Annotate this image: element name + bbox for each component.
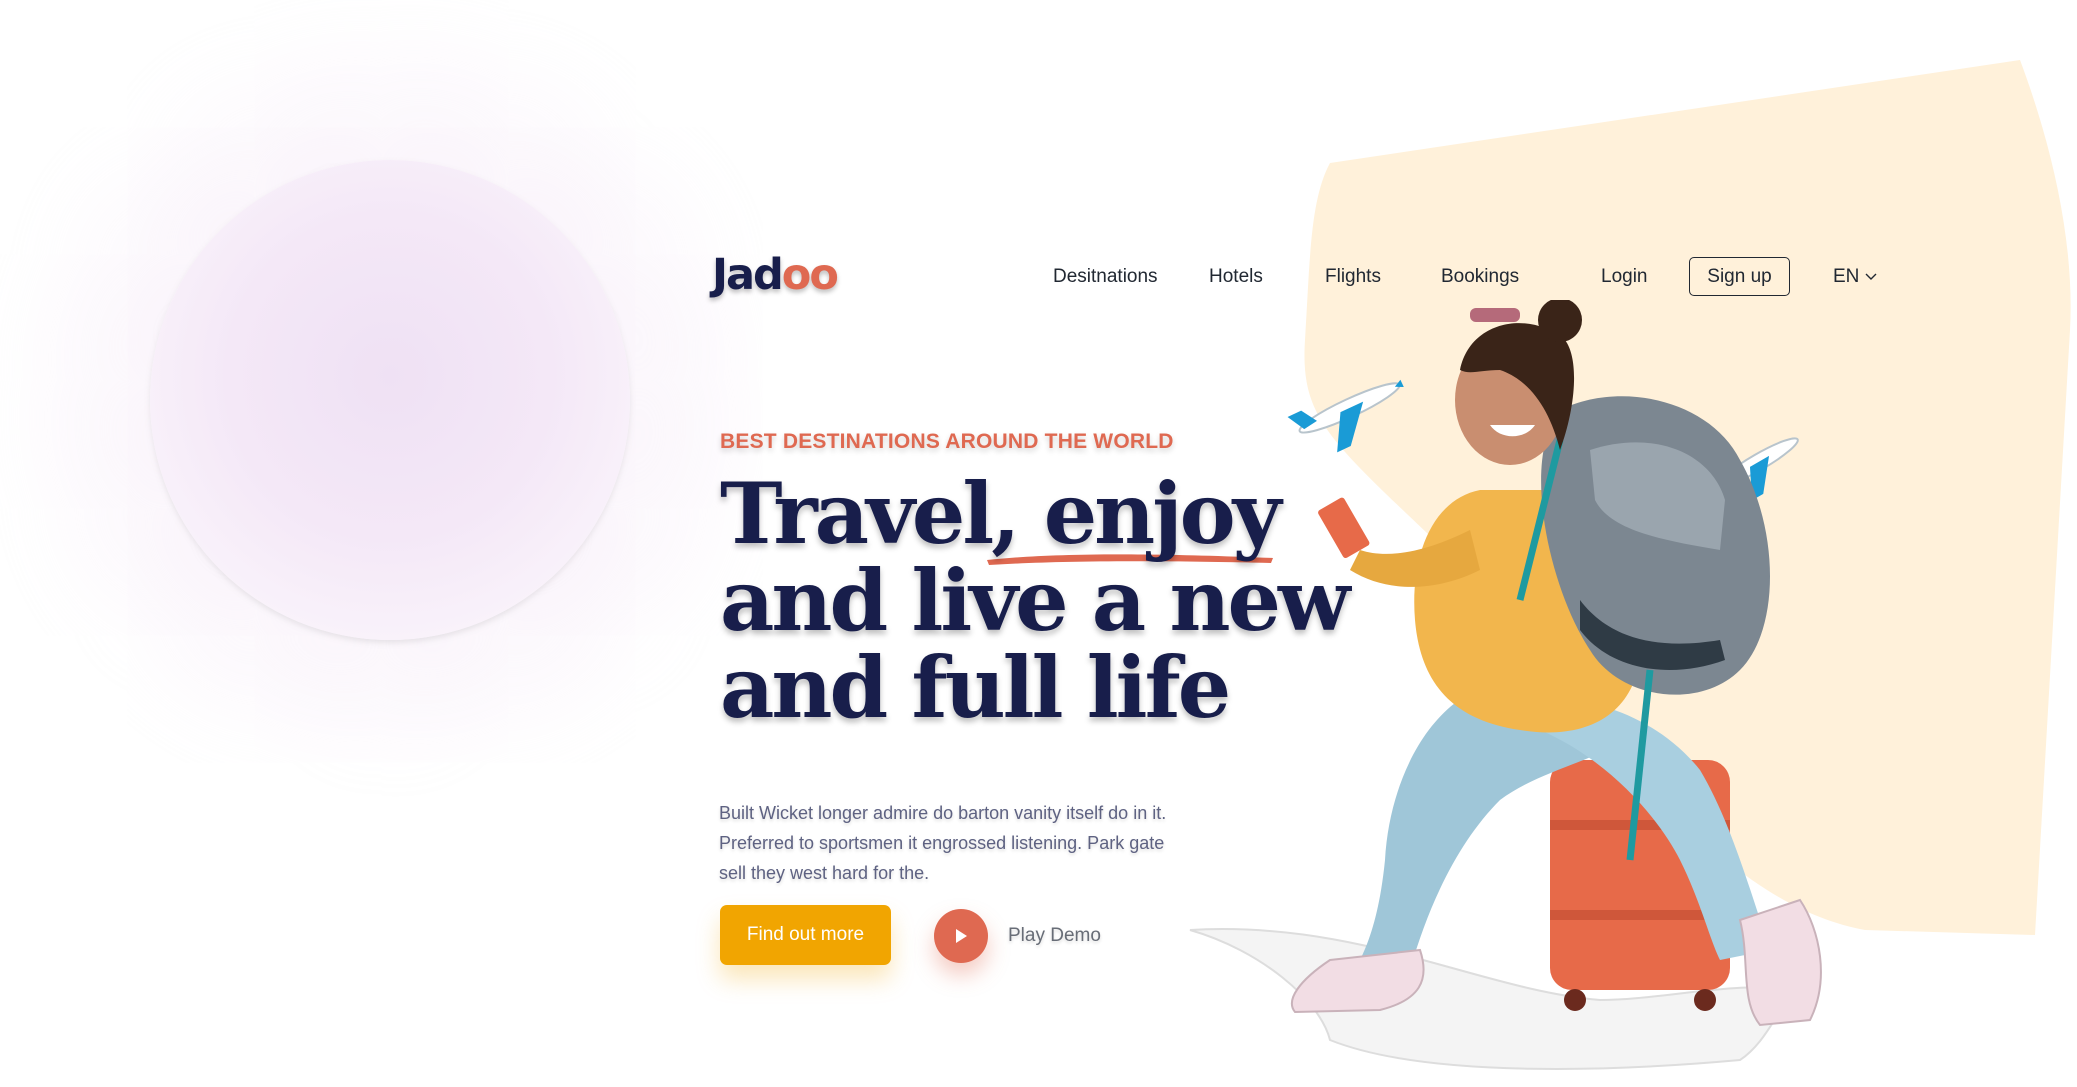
chevron-down-icon	[1865, 273, 1877, 280]
nav-item-hotels[interactable]: Hotels	[1209, 266, 1263, 288]
hero-description: Built Wicket longer admire do barton van…	[719, 803, 1167, 883]
language-label: EN	[1833, 266, 1860, 287]
traveler-illustration	[1189, 300, 1822, 1070]
language-selector[interactable]: EN	[1833, 266, 1877, 288]
find-out-more-button[interactable]: Find out more	[720, 905, 891, 965]
signup-button[interactable]: Sign up	[1689, 257, 1790, 296]
nav-item-destinations[interactable]: Desitnations	[1053, 266, 1158, 288]
headline-travel: Travel,	[720, 464, 1044, 563]
login-link[interactable]: Login	[1601, 266, 1648, 288]
play-demo-label[interactable]: Play Demo	[1008, 925, 1101, 947]
plane-icon-left	[1287, 379, 1404, 453]
landing-page: Jadoo Desitnations Hotels Flights Bookin…	[0, 0, 2077, 1087]
logo-accent-text: oo	[781, 250, 839, 300]
nav-item-flights[interactable]: Flights	[1325, 266, 1381, 288]
brand-logo[interactable]: Jadoo	[712, 250, 839, 300]
hero-tagline: BEST DESTINATIONS AROUND THE WORLD	[720, 430, 1174, 453]
nav-item-bookings[interactable]: Bookings	[1441, 266, 1519, 288]
play-demo-button[interactable]	[934, 909, 988, 963]
logo-main-text: Jad	[712, 250, 784, 300]
play-icon	[956, 929, 967, 943]
